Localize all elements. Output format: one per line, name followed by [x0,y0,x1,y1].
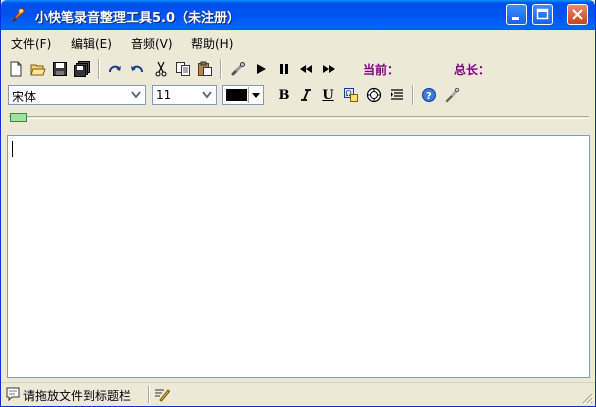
playback-progress-track[interactable] [9,116,589,119]
font-size-dropdown-button[interactable] [199,87,215,103]
wheel-icon [366,87,382,103]
copy-icon [176,62,190,76]
menu-bar: 文件(F) 编辑(E) 音频(V) 帮助(H) [1,30,595,54]
special-char-button[interactable]: Ω [341,85,361,105]
italic-button[interactable] [296,85,316,105]
paste-icon [198,61,212,76]
window-title: 小快笔录音整理工具5.0（未注册） [35,11,241,26]
underline-icon: U [322,87,334,103]
tool-button[interactable] [442,85,462,105]
rewind-icon [300,65,312,73]
font-color-swatch [226,89,247,101]
pause-button[interactable] [274,59,294,79]
menu-help[interactable]: 帮助(H) [191,35,233,52]
triangle-down-icon [251,92,260,98]
cut-button[interactable] [151,59,171,79]
menu-audio[interactable]: 音频(V) [131,35,173,52]
fast-forward-icon [323,65,335,73]
link-button[interactable] [228,59,248,79]
save-all-button[interactable] [72,59,92,79]
app-icon [11,7,26,23]
pause-icon [280,64,288,74]
font-family-select[interactable]: 宋体 [8,85,146,105]
cut-icon [155,61,167,77]
format-toolbar: 宋体 11 B U Ω ? [1,82,595,108]
rewind-button[interactable] [296,59,316,79]
chevron-down-icon [202,91,212,99]
copy-button[interactable] [173,59,193,79]
font-color-picker[interactable] [222,85,264,105]
open-folder-icon [30,64,46,76]
main-window: 小快笔录音整理工具5.0（未注册） 文件(F) 编辑(E) 音频(V) 帮助(H… [0,0,596,407]
play-button[interactable] [251,59,271,79]
maximize-icon [536,8,549,20]
special-char-icon: Ω [344,88,358,102]
menu-file[interactable]: 文件(F) [11,35,51,52]
open-button[interactable] [28,59,48,79]
new-file-icon [10,61,22,77]
help-icon: ? [422,88,436,102]
paragraph-button[interactable] [387,85,407,105]
paste-button[interactable] [195,59,215,79]
chevron-down-icon [131,91,141,99]
underline-button[interactable]: U [318,85,338,105]
close-button[interactable] [567,4,588,25]
title-bar[interactable]: 小快笔录音整理工具5.0（未注册） [1,0,595,30]
edit-note-icon[interactable] [154,386,170,402]
italic-icon [301,89,311,101]
status-divider [148,386,150,403]
paragraph-icon [391,89,403,100]
total-length-label: 总长： [454,63,491,77]
font-family-dropdown-button[interactable] [128,87,144,103]
redo-button[interactable] [105,59,125,79]
maximize-button[interactable] [532,4,553,25]
current-position-label: 当前： [363,63,400,77]
toolbar-separator [220,59,222,79]
font-size-value: 11 [156,88,172,102]
redo-icon [109,65,121,73]
minimize-button[interactable] [506,4,527,25]
menu-edit[interactable]: 编辑(E) [71,35,112,52]
wheel-button[interactable] [364,85,384,105]
bold-button[interactable]: B [274,85,294,105]
font-family-value: 宋体 [12,90,37,104]
status-hint: 请拖放文件到标题栏 [23,389,132,403]
status-bar: 请拖放文件到标题栏 [1,382,595,406]
svg-text:?: ? [426,91,432,102]
play-icon [257,64,266,74]
fast-forward-button[interactable] [319,59,339,79]
font-color-dropdown-button[interactable] [248,87,262,103]
speech-bubble-icon [6,387,20,402]
new-file-button[interactable] [6,59,26,79]
toolbar-separator [98,59,100,79]
font-size-select[interactable]: 11 [152,85,217,105]
playback-progress-thumb[interactable] [10,113,27,122]
save-button[interactable] [50,59,70,79]
link-icon [231,62,245,76]
save-all-icon [74,61,90,77]
text-caret [12,141,13,157]
main-toolbar: 当前： 总长： [1,56,595,82]
resize-grip-icon[interactable] [581,392,593,404]
bold-icon: B [278,87,290,103]
toolbar-separator [412,85,414,105]
tool-icon [445,87,460,103]
undo-icon [131,65,143,73]
undo-button[interactable] [127,59,147,79]
save-icon [53,62,67,76]
transcript-editor[interactable] [7,135,590,378]
help-button[interactable]: ? [419,85,439,105]
close-icon [572,9,583,20]
minimize-icon [512,17,519,20]
